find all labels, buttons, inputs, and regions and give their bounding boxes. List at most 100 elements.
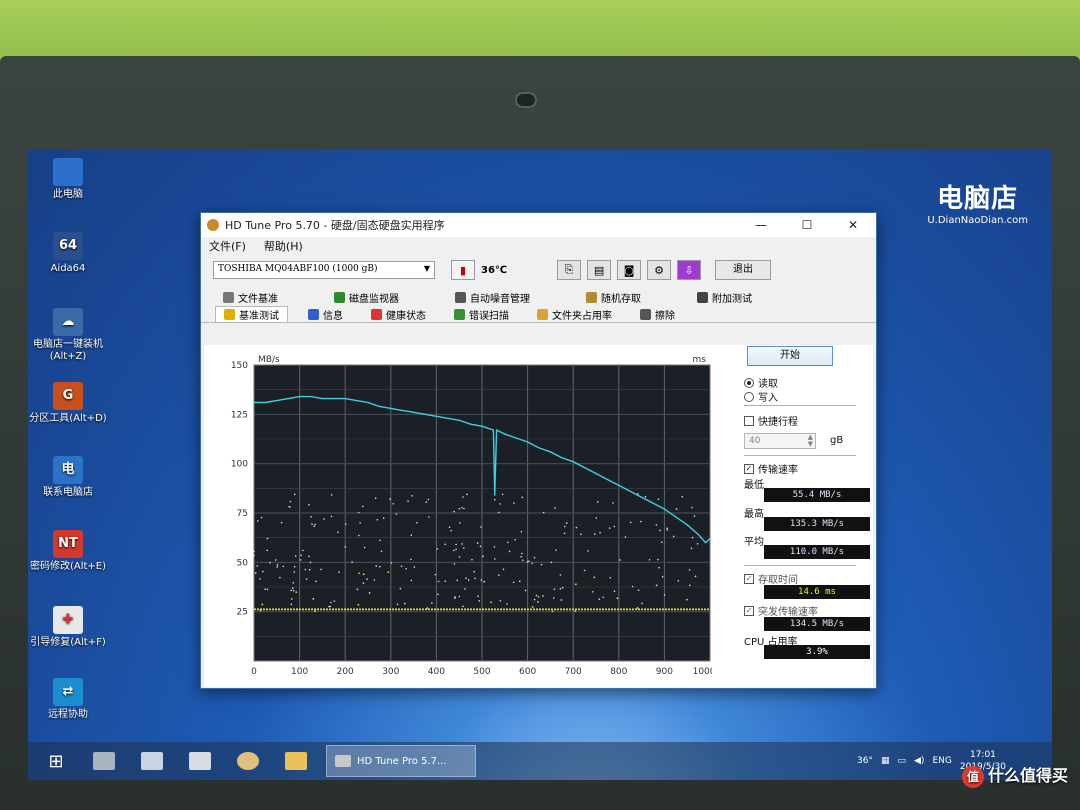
tab-noise[interactable]: 自动噪音管理 bbox=[447, 289, 538, 306]
desktop-icon[interactable]: 此电脑 bbox=[28, 158, 108, 201]
volume-icon[interactable]: ◀) bbox=[914, 756, 924, 766]
desktop-icon[interactable]: ☁ 电脑店一键装机(Alt+Z) bbox=[28, 308, 108, 363]
tab-benchmark[interactable]: 基准测试 bbox=[215, 306, 288, 322]
desktop-icon[interactable]: G 分区工具(Alt+D) bbox=[28, 382, 108, 425]
y-tick-label: 125 bbox=[231, 410, 248, 420]
desktop-icon[interactable]: ✚ 引导修复(Alt+F) bbox=[28, 606, 108, 649]
access-time-point bbox=[330, 515, 333, 518]
access-time-point bbox=[521, 552, 523, 555]
tab-label: 健康状态 bbox=[386, 310, 426, 322]
start-button[interactable]: 开始 bbox=[747, 346, 833, 366]
x-tick-label: 100 bbox=[291, 667, 308, 677]
tab-label: 附加测试 bbox=[712, 294, 752, 305]
taskbar-app-label: HD Tune Pro 5.7... bbox=[357, 755, 447, 767]
start-menu-icon[interactable]: ⊞ bbox=[36, 746, 76, 776]
access-time-point bbox=[400, 565, 403, 567]
exit-button[interactable]: 退出 bbox=[715, 260, 772, 280]
tab-erase[interactable]: 擦除 bbox=[632, 306, 683, 322]
desktop-screen: 此电脑 64 Aida64 ☁ 电脑店一键装机(Alt+Z) G 分区工具(Alt+D) 电联… bbox=[28, 150, 1052, 780]
copy-text-icon[interactable]: ⎘ bbox=[557, 260, 582, 280]
access-time-point bbox=[455, 548, 457, 551]
access-time-point bbox=[599, 531, 601, 534]
write-radio[interactable]: 写入 bbox=[744, 389, 778, 404]
desktop-icon[interactable]: 64 Aida64 bbox=[28, 232, 108, 275]
screenshot-icon[interactable]: ◙ bbox=[617, 260, 642, 280]
folder-icon[interactable] bbox=[276, 746, 316, 776]
access-time-point bbox=[580, 533, 582, 536]
maximize-icon[interactable]: ☐ bbox=[784, 218, 830, 232]
access-time-point bbox=[506, 603, 508, 605]
language-indicator[interactable]: ENG bbox=[932, 756, 951, 766]
transfer-rate-point bbox=[709, 538, 711, 540]
computer-taskbar-icon[interactable] bbox=[132, 746, 172, 776]
drive-tool-icon[interactable] bbox=[84, 746, 124, 776]
access-time-point bbox=[253, 554, 255, 557]
access-time-point bbox=[434, 573, 437, 576]
copy-image-icon[interactable]: ▤ bbox=[587, 260, 612, 280]
access-time-point bbox=[431, 602, 433, 604]
options-icon[interactable]: ⚙ bbox=[647, 260, 672, 280]
access-time-point bbox=[554, 507, 556, 509]
taskbar-hdtune-button[interactable]: HD Tune Pro 5.7... bbox=[326, 745, 476, 777]
tab-label: 磁盘监视器 bbox=[349, 294, 399, 305]
access-time-point bbox=[677, 579, 680, 582]
x-tick-label: 1000gB bbox=[693, 667, 712, 677]
access-time-point bbox=[357, 603, 360, 606]
access-checkbox[interactable]: ✓ 存取时间 bbox=[744, 571, 798, 586]
transfer-rate-point bbox=[494, 494, 496, 496]
checkbox-icon bbox=[744, 415, 754, 426]
network-tool-icon[interactable] bbox=[180, 746, 220, 776]
access-time-point bbox=[594, 533, 596, 535]
folder-usage-icon bbox=[537, 308, 548, 320]
menu-help[interactable]: 帮助(H) bbox=[264, 238, 303, 254]
desktop-icon[interactable]: ⇄ 远程协助 bbox=[28, 678, 108, 721]
access-time-point bbox=[399, 587, 402, 590]
access-time-point bbox=[461, 506, 463, 509]
contact-icon: 电 bbox=[53, 456, 83, 484]
divider bbox=[744, 405, 856, 406]
quick-checkbox[interactable]: 快捷行程 bbox=[744, 413, 798, 428]
partition-tool-icon: G bbox=[53, 382, 83, 410]
tab-error-scan[interactable]: 错误扫描 bbox=[446, 306, 517, 322]
disk-monitor-icon bbox=[334, 292, 345, 303]
access-time-point bbox=[565, 522, 568, 524]
tab-folder-usage[interactable]: 文件夹占用率 bbox=[529, 306, 620, 322]
access-time-point bbox=[520, 555, 522, 558]
access-time-point bbox=[323, 518, 325, 520]
desktop-icon[interactable]: NT 密码修改(Alt+E) bbox=[28, 530, 108, 573]
desktop-icon-label: 引导修复(Alt+F) bbox=[30, 637, 106, 648]
tab-extra-tests[interactable]: 附加测试 bbox=[689, 289, 760, 306]
tab-file-benchmark[interactable]: 文件基准 bbox=[215, 289, 286, 306]
access-time-point bbox=[476, 542, 479, 544]
access-time-point bbox=[520, 530, 523, 533]
title-bar[interactable]: HD Tune Pro 5.70 - 硬盘/固态硬盘实用程序 — ☐ ✕ bbox=[201, 213, 876, 237]
y-tick-label: 75 bbox=[237, 509, 248, 519]
menu-file[interactable]: 文件(F) bbox=[209, 238, 246, 254]
transfer-checkbox[interactable]: ✓ 传输速率 bbox=[744, 461, 798, 476]
search-tool-icon[interactable] bbox=[228, 746, 268, 776]
access-time-point bbox=[366, 578, 368, 580]
quick-value-input[interactable]: 40 ▲ ▼ bbox=[744, 433, 816, 449]
save-icon[interactable]: ⇩ bbox=[677, 260, 702, 280]
access-time-point bbox=[290, 598, 293, 600]
network-icon[interactable]: ▭ bbox=[897, 756, 906, 766]
access-time-point bbox=[291, 587, 294, 590]
access-time-point bbox=[410, 534, 413, 536]
tab-random-access[interactable]: 随机存取 bbox=[578, 289, 649, 306]
desktop-icon[interactable]: 电联系电脑店 bbox=[28, 456, 108, 499]
tab-info[interactable]: 信息 bbox=[300, 306, 351, 322]
access-time-point bbox=[337, 531, 339, 533]
minimize-icon[interactable]: — bbox=[738, 218, 784, 232]
access-time-point bbox=[521, 559, 524, 561]
burst-checkbox[interactable]: ✓ 突发传输速率 bbox=[744, 603, 818, 618]
tray-apps-icon[interactable]: ▦ bbox=[881, 756, 890, 766]
tab-health[interactable]: 健康状态 bbox=[363, 306, 434, 322]
transfer-rate-point bbox=[356, 399, 358, 402]
spinner-icon[interactable]: ▲ ▼ bbox=[808, 434, 813, 448]
read-radio[interactable]: 读取 bbox=[744, 375, 778, 390]
close-icon[interactable]: ✕ bbox=[830, 218, 876, 232]
access-time-point bbox=[499, 503, 501, 505]
drive-select[interactable]: TOSHIBA MQ04ABF100 (1000 gB) ▼ bbox=[213, 261, 435, 279]
tab-disk-monitor[interactable]: 磁盘监视器 bbox=[326, 289, 407, 306]
transfer-rate-point bbox=[538, 447, 540, 449]
